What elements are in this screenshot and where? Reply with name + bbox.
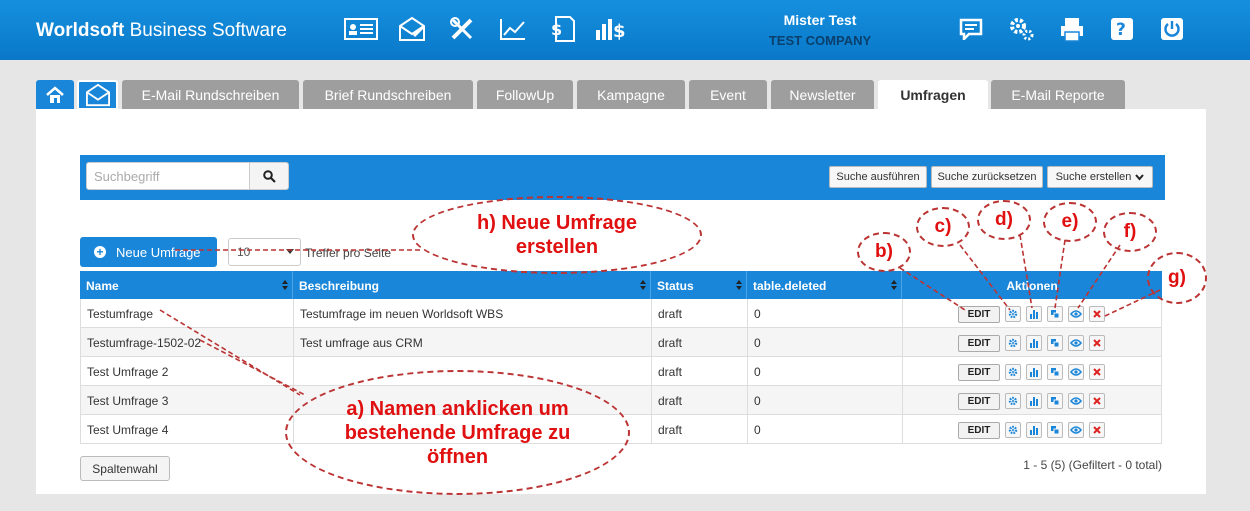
annotation-c: c) [916,207,970,247]
annotation-g: g) [1147,252,1207,304]
annotation-b: b) [857,232,911,272]
annotation-d: d) [977,200,1031,240]
annotation-h: h) Neue Umfrage erstellen [412,196,702,274]
annotation-a: a) Namen anklicken um bestehende Umfrage… [285,370,630,495]
annotation-e: e) [1043,202,1097,242]
annotation-f: f) [1103,212,1157,252]
